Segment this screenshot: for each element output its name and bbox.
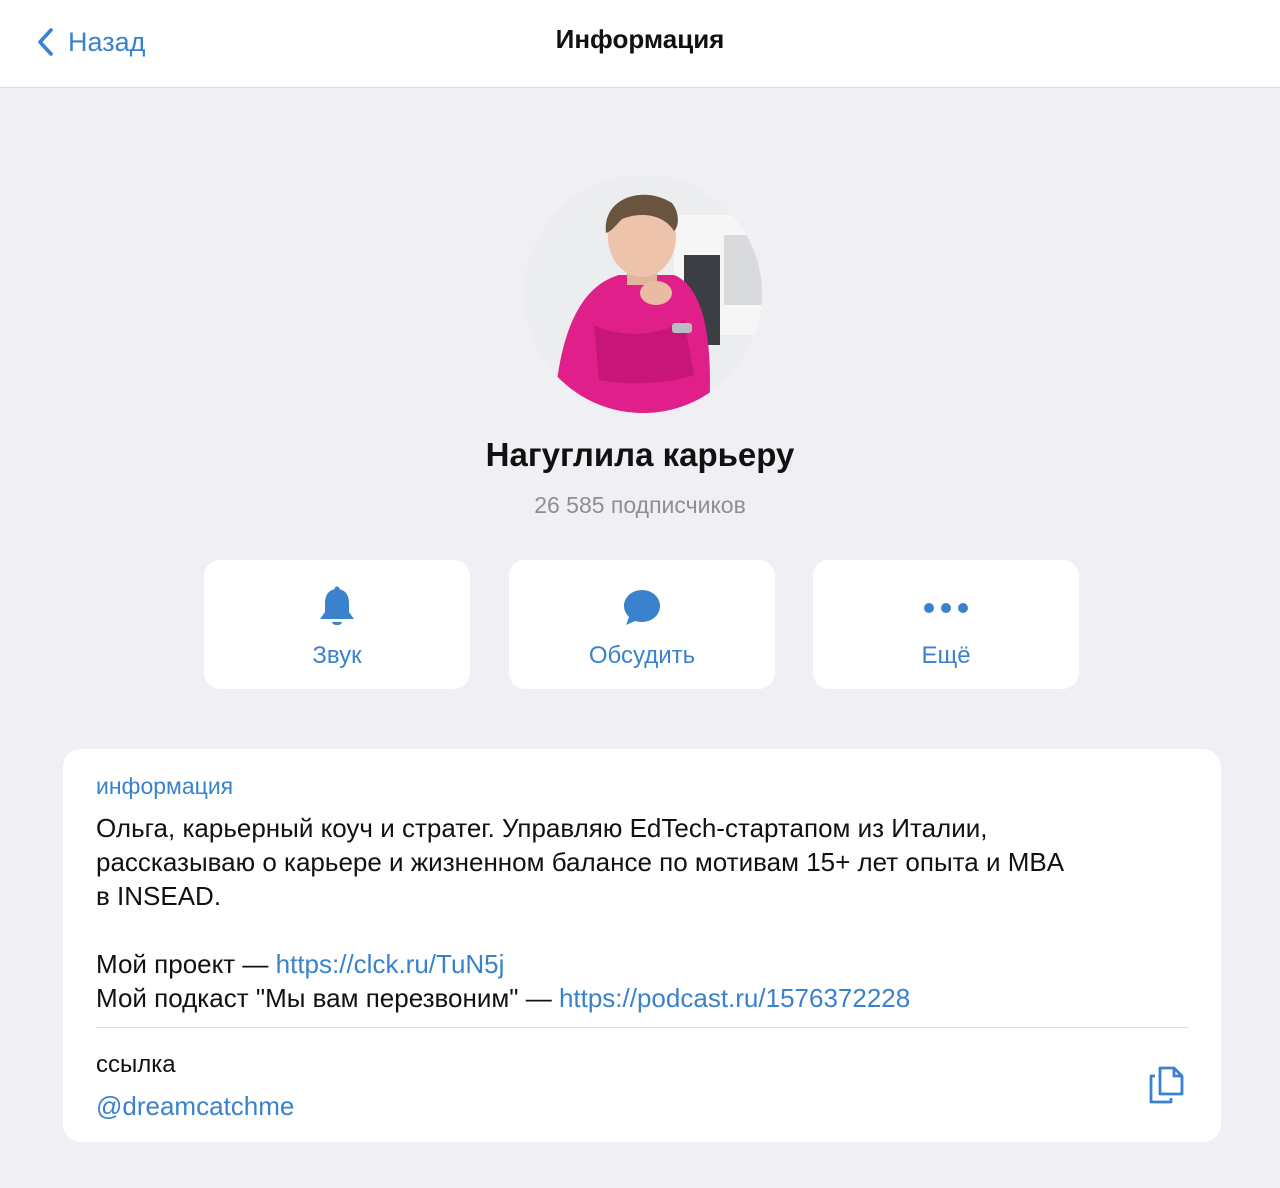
description-line: в INSEAD. — [96, 881, 222, 911]
project-line: Мой проект — https://clck.ru/TuN5j — [96, 947, 1196, 981]
channel-avatar[interactable] — [524, 175, 762, 413]
project-link[interactable]: https://clck.ru/TuN5j — [276, 949, 505, 979]
info-section-label: информация — [96, 773, 234, 799]
more-dots-icon — [923, 586, 969, 630]
info-card: информация Ольга, карьерный коуч и страт… — [63, 749, 1221, 1142]
podcast-line: Мой подкаст "Мы вам перезвоним" — https:… — [96, 981, 1196, 1015]
discuss-button[interactable]: Обсудить — [509, 560, 775, 689]
discuss-label: Обсудить — [588, 642, 696, 669]
page-title: Информация — [555, 24, 725, 54]
channel-username-link[interactable]: @dreamcatchme — [96, 1091, 294, 1122]
copy-icon — [1147, 1064, 1187, 1111]
podcast-link[interactable]: https://podcast.ru/1576372228 — [559, 983, 910, 1013]
subscriber-count: 26 585 подписчиков — [534, 492, 746, 518]
divider — [96, 1027, 1189, 1028]
description-line: рассказываю о карьере и жизненном баланс… — [96, 847, 1065, 877]
channel-name: Нагуглила карьеру — [485, 436, 795, 473]
link-section-label: ссылка — [96, 1051, 176, 1078]
description-line: Ольга, карьерный коуч и стратег. Управля… — [96, 813, 988, 843]
bell-icon — [317, 586, 357, 630]
copy-button[interactable] — [1143, 1063, 1191, 1111]
more-button[interactable]: Ещё — [813, 560, 1079, 689]
sound-button[interactable]: Звук — [204, 560, 470, 689]
project-prefix: Мой проект — — [96, 949, 276, 979]
chat-bubble-icon — [621, 586, 663, 630]
channel-description: Ольга, карьерный коуч и стратег. Управля… — [96, 811, 1196, 1015]
navigation-bar: Назад Информация — [0, 0, 1280, 88]
sound-label: Звук — [312, 642, 362, 669]
podcast-prefix: Мой подкаст "Мы вам перезвоним" — — [96, 983, 559, 1013]
more-label: Ещё — [921, 642, 971, 669]
